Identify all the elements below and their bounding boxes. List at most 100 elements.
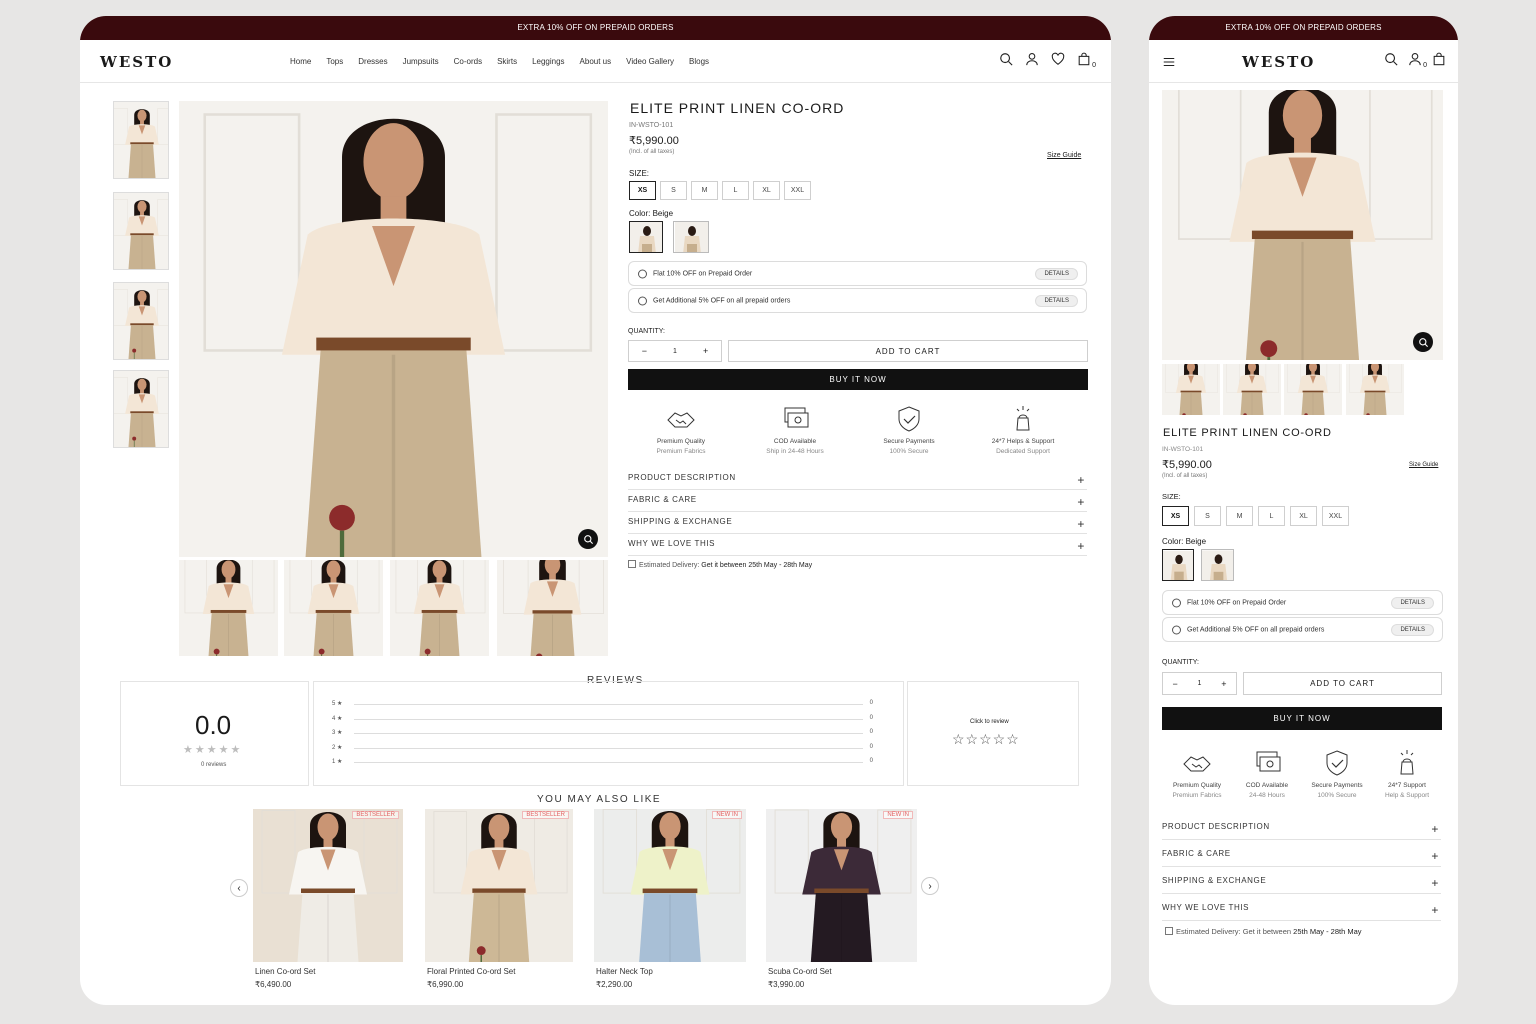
recommended-product-image[interactable]: BESTSELLER [425, 809, 573, 962]
nav-item-about-us[interactable]: About us [580, 57, 612, 66]
feature-shield-check: Secure Payments 100% Secure [864, 404, 954, 455]
nav-item-home[interactable]: Home [290, 57, 311, 66]
click-to-review[interactable]: Click to review [970, 719, 1009, 725]
account-icon[interactable] [1025, 52, 1039, 66]
horizontal-thumbnail[interactable] [497, 560, 608, 656]
recommended-product-name[interactable]: Floral Printed Co-ord Set [427, 967, 515, 976]
mobile-main-product-image[interactable] [1162, 90, 1443, 360]
mobile-add-to-cart-button[interactable]: ADD TO CART [1243, 672, 1442, 695]
horizontal-thumbnail[interactable] [390, 560, 489, 656]
feature-subtitle: Ship in 24-48 Hours [766, 448, 824, 455]
wishlist-heart-icon[interactable] [1051, 52, 1065, 66]
vertical-thumbnail[interactable] [113, 370, 169, 448]
quantity-decrease-button[interactable]: − [629, 346, 660, 356]
search-icon[interactable] [999, 52, 1013, 66]
nav-item-tops[interactable]: Tops [326, 57, 343, 66]
size-option-xxl[interactable]: XXL [784, 181, 811, 200]
mobile-quantity-decrease-button[interactable]: − [1163, 679, 1187, 689]
mobile-offer-details-button[interactable]: DETAILS [1391, 623, 1434, 636]
carousel-prev-button[interactable]: ‹ [230, 879, 248, 897]
recommended-product-name[interactable]: Scuba Co-ord Set [768, 967, 832, 976]
mobile-thumbnail[interactable] [1346, 364, 1404, 415]
color-swatch-beige[interactable] [629, 221, 663, 253]
mobile-offer-details-button[interactable]: DETAILS [1391, 596, 1434, 609]
horizontal-thumbnail[interactable] [284, 560, 383, 656]
nav-item-skirts[interactable]: Skirts [497, 57, 517, 66]
brand-logo[interactable]: WESTO [100, 53, 173, 71]
mobile-thumbnail[interactable] [1284, 364, 1342, 415]
mobile-color-swatch-beige[interactable] [1162, 549, 1194, 581]
nav-item-blogs[interactable]: Blogs [689, 57, 709, 66]
mobile-buy-now-button[interactable]: BUY IT NOW [1162, 707, 1442, 730]
mobile-size-option-xl[interactable]: XL [1290, 506, 1317, 526]
size-option-m[interactable]: M [691, 181, 718, 200]
recommend-heading: YOU MAY ALSO LIKE [537, 794, 662, 805]
mobile-thumbnail[interactable] [1223, 364, 1281, 415]
rating-bar-count: 0 [869, 700, 873, 706]
mobile-brand-logo[interactable]: WESTO [1242, 53, 1315, 71]
mobile-quantity-increase-button[interactable]: + [1212, 679, 1236, 689]
mobile-size-option-xxl[interactable]: XXL [1322, 506, 1349, 526]
buy-now-button[interactable]: BUY IT NOW [628, 369, 1088, 390]
offer-details-button[interactable]: DETAILS [1035, 267, 1078, 280]
quantity-increase-button[interactable]: + [690, 346, 721, 356]
recommended-product-name[interactable]: Linen Co-ord Set [255, 967, 315, 976]
mobile-accordion-product-description[interactable]: PRODUCT DESCRIPTION + [1162, 822, 1441, 840]
mobile-search-icon[interactable] [1384, 52, 1398, 66]
recommended-product-card[interactable]: BESTSELLER Floral Printed Co-ord Set ₹6,99… [425, 809, 573, 999]
offer-details-button[interactable]: DETAILS [1035, 294, 1078, 307]
accordion-product-description[interactable]: PRODUCT DESCRIPTION + [628, 473, 1087, 490]
recommended-product-name[interactable]: Halter Neck Top [596, 967, 653, 976]
size-option-l[interactable]: L [722, 181, 749, 200]
accordion-fabric-care[interactable]: FABRIC & CARE + [628, 495, 1087, 512]
accordion-why-we-love-this[interactable]: WHY WE LOVE THIS + [628, 539, 1087, 556]
color-swatch-alt[interactable] [673, 221, 709, 253]
mobile-color-swatch-alt[interactable] [1201, 549, 1234, 581]
size-guide-link[interactable]: Size Guide [1047, 152, 1081, 159]
mobile-zoom-icon[interactable] [1413, 332, 1433, 352]
recommended-product-card[interactable]: NEW IN Halter Neck Top ₹2,290.00 [594, 809, 746, 999]
main-product-image[interactable] [179, 101, 608, 557]
nav-item-jumpsuits[interactable]: Jumpsuits [403, 57, 439, 66]
vertical-thumbnail[interactable] [113, 282, 169, 360]
vertical-thumbnail[interactable] [113, 101, 169, 179]
mobile-cart-bag-icon[interactable] [1432, 52, 1446, 66]
size-option-xl[interactable]: XL [753, 181, 780, 200]
carousel-next-button[interactable]: › [921, 877, 939, 895]
mobile-size-option-m[interactable]: M [1226, 506, 1253, 526]
cart-bag-icon[interactable]: 0 [1077, 52, 1096, 69]
vertical-thumbnail[interactable] [113, 192, 169, 270]
mobile-size-option-s[interactable]: S [1194, 506, 1221, 526]
horizontal-thumbnail[interactable] [179, 560, 278, 656]
nav-item-dresses[interactable]: Dresses [358, 57, 387, 66]
nav-item-video-gallery[interactable]: Video Gallery [626, 57, 674, 66]
mobile-account-icon[interactable]: 0 [1408, 52, 1427, 69]
mobile-accordion-why-we-love-this[interactable]: WHY WE LOVE THIS + [1162, 903, 1441, 921]
mobile-tax-note: (Incl. of all taxes) [1162, 473, 1208, 479]
quantity-value[interactable]: 1 [660, 348, 691, 355]
size-option-s[interactable]: S [660, 181, 687, 200]
accordion-shipping-exchange[interactable]: SHIPPING & EXCHANGE + [628, 517, 1087, 534]
hamburger-menu-icon[interactable] [1162, 55, 1176, 69]
mobile-accordion-shipping-exchange[interactable]: SHIPPING & EXCHANGE + [1162, 876, 1441, 894]
review-star-input[interactable]: ☆☆☆☆☆ [952, 731, 1020, 748]
mobile-feature-shield-check: Secure Payments 100% Secure [1302, 748, 1372, 799]
nav-item-leggings[interactable]: Leggings [532, 57, 564, 66]
mobile-accordion-fabric-care[interactable]: FABRIC & CARE + [1162, 849, 1441, 867]
zoom-icon[interactable] [578, 529, 598, 549]
recommended-product-image[interactable]: BESTSELLER [253, 809, 403, 962]
recommended-product-card[interactable]: NEW IN Scuba Co-ord Set ₹3,990.00 [766, 809, 917, 999]
recommended-product-card[interactable]: BESTSELLER Linen Co-ord Set ₹6,490.00 [253, 809, 403, 999]
mobile-thumbnail[interactable] [1162, 364, 1220, 415]
recommended-product-image[interactable]: NEW IN [766, 809, 917, 962]
mobile-size-option-xs[interactable]: XS [1162, 506, 1189, 526]
add-to-cart-button[interactable]: ADD TO CART [728, 340, 1088, 362]
size-option-xs[interactable]: XS [629, 181, 656, 200]
mobile-size-guide-link[interactable]: Size Guide [1409, 462, 1438, 468]
nav-item-co-ords[interactable]: Co-ords [454, 57, 482, 66]
mobile-quantity-value[interactable]: 1 [1187, 680, 1211, 687]
recommended-product-image[interactable]: NEW IN [594, 809, 746, 962]
rating-bar-row: 1 ★ 0 [332, 758, 873, 766]
mobile-size-option-l[interactable]: L [1258, 506, 1285, 526]
plus-icon: + [1077, 539, 1085, 553]
